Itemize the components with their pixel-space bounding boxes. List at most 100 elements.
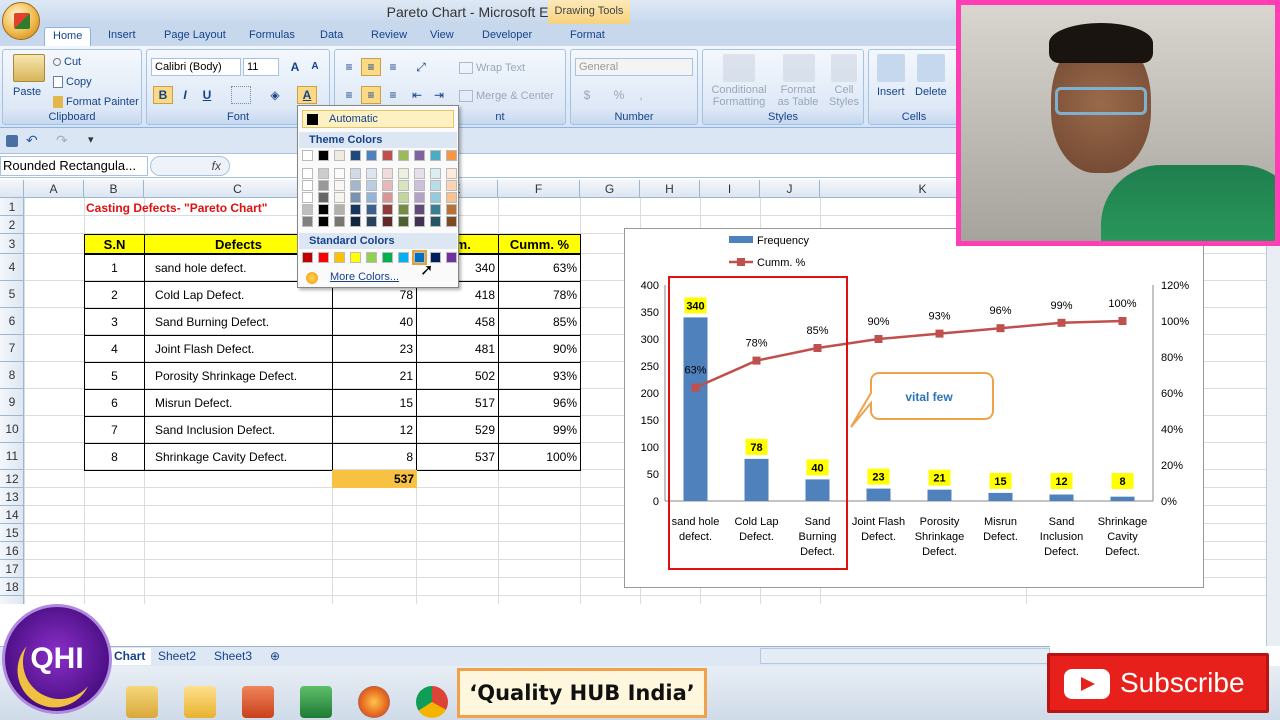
- theme-color-swatch[interactable]: [398, 204, 409, 215]
- defect-cell[interactable]: Shrinkage Cavity Defect.: [144, 443, 333, 471]
- frequency-cell[interactable]: 8: [332, 443, 417, 471]
- cumulative-pct-cell[interactable]: 93%: [498, 362, 581, 390]
- conditional-formatting-button[interactable]: Conditional Formatting: [709, 84, 769, 108]
- redo-icon[interactable]: ↷: [56, 132, 68, 149]
- theme-color-swatch[interactable]: [318, 180, 329, 191]
- col-header-a[interactable]: A: [24, 180, 84, 198]
- row-header[interactable]: 1: [0, 198, 24, 216]
- align-middle-icon[interactable]: ≡: [361, 58, 381, 76]
- theme-color-swatch[interactable]: [382, 180, 393, 191]
- theme-color-swatch[interactable]: [350, 216, 361, 227]
- tab-format[interactable]: Format: [562, 27, 613, 46]
- bar[interactable]: [683, 317, 708, 501]
- line-marker[interactable]: [1057, 318, 1066, 327]
- sn-cell[interactable]: 2: [84, 281, 145, 309]
- defect-cell[interactable]: Joint Flash Defect.: [144, 335, 333, 363]
- line-marker[interactable]: [935, 329, 944, 338]
- select-all[interactable]: [0, 180, 24, 198]
- cumulative-cell[interactable]: 502: [416, 362, 499, 390]
- theme-color-swatch[interactable]: [366, 204, 377, 215]
- cell-styles-button[interactable]: Cell Styles: [825, 84, 863, 108]
- theme-color-swatch[interactable]: [382, 216, 393, 227]
- col-header-h[interactable]: H: [640, 180, 700, 198]
- bar[interactable]: [1049, 494, 1074, 501]
- defect-cell[interactable]: Sand Burning Defect.: [144, 308, 333, 336]
- subscribe-button[interactable]: Subscribe: [1047, 653, 1269, 713]
- theme-color-swatch[interactable]: [446, 192, 457, 203]
- tab-data[interactable]: Data: [312, 27, 351, 46]
- theme-color-swatch[interactable]: [382, 192, 393, 203]
- name-box[interactable]: Rounded Rectangula...: [0, 156, 148, 176]
- sn-cell[interactable]: 3: [84, 308, 145, 336]
- theme-color-swatch[interactable]: [302, 192, 313, 203]
- percent-button[interactable]: %: [609, 86, 629, 104]
- defect-cell[interactable]: Sand Inclusion Defect.: [144, 416, 333, 444]
- theme-color-swatch[interactable]: [398, 216, 409, 227]
- row-header[interactable]: 15: [0, 524, 24, 542]
- italic-button[interactable]: I: [175, 86, 195, 104]
- header-cell[interactable]: S.N: [84, 234, 145, 254]
- theme-color-swatch[interactable]: [350, 180, 361, 191]
- row-header[interactable]: 12: [0, 470, 24, 488]
- theme-color-swatch[interactable]: [366, 150, 377, 161]
- col-header-i[interactable]: I: [700, 180, 760, 198]
- row-header[interactable]: 18: [0, 578, 24, 596]
- underline-button[interactable]: U: [197, 86, 217, 104]
- standard-color-swatch[interactable]: [382, 252, 393, 263]
- cumulative-cell[interactable]: 529: [416, 416, 499, 444]
- theme-color-swatch[interactable]: [446, 204, 457, 215]
- theme-color-swatch[interactable]: [430, 168, 441, 179]
- line-marker[interactable]: [996, 324, 1005, 333]
- tab-home[interactable]: Home: [44, 27, 92, 46]
- tab-formulas[interactable]: Formulas: [241, 27, 303, 46]
- row-header[interactable]: 10: [0, 416, 24, 443]
- line-marker[interactable]: [813, 344, 822, 352]
- cumulative-pct-cell[interactable]: 90%: [498, 335, 581, 363]
- fill-color-button[interactable]: ◈: [265, 86, 285, 104]
- frequency-cell[interactable]: 21: [332, 362, 417, 390]
- sn-cell[interactable]: 4: [84, 335, 145, 363]
- row-header[interactable]: 5: [0, 281, 24, 308]
- cumulative-cell[interactable]: 458: [416, 308, 499, 336]
- frequency-cell[interactable]: 40: [332, 308, 417, 336]
- theme-color-swatch[interactable]: [382, 204, 393, 215]
- line-marker[interactable]: [691, 383, 700, 392]
- theme-color-swatch[interactable]: [398, 150, 409, 161]
- automatic-color-option[interactable]: Automatic: [302, 110, 454, 128]
- bar[interactable]: [744, 458, 769, 501]
- format-as-table-button[interactable]: Format as Table: [773, 84, 823, 108]
- grow-font-button[interactable]: A: [285, 58, 305, 76]
- bar[interactable]: [805, 479, 830, 501]
- line-marker[interactable]: [752, 356, 761, 365]
- col-header-b[interactable]: B: [84, 180, 144, 198]
- chrome-icon[interactable]: [416, 686, 448, 718]
- theme-color-swatch[interactable]: [446, 216, 457, 227]
- outlook-icon[interactable]: [184, 686, 216, 718]
- shrink-font-button[interactable]: A: [305, 58, 325, 76]
- sn-cell[interactable]: 8: [84, 443, 145, 471]
- standard-color-swatch[interactable]: [398, 252, 409, 263]
- align-bottom-icon[interactable]: ≡: [383, 58, 403, 76]
- wrap-text-button[interactable]: Wrap Text: [459, 62, 525, 75]
- undo-icon[interactable]: ↶: [26, 132, 38, 149]
- theme-color-swatch[interactable]: [414, 180, 425, 191]
- bar[interactable]: [988, 492, 1013, 501]
- theme-color-swatch[interactable]: [318, 216, 329, 227]
- theme-color-swatch[interactable]: [350, 150, 361, 161]
- bar[interactable]: [927, 489, 952, 501]
- firefox-icon[interactable]: [358, 686, 390, 718]
- theme-color-swatch[interactable]: [318, 168, 329, 179]
- theme-color-swatch[interactable]: [302, 150, 313, 161]
- frequency-cell[interactable]: 15: [332, 389, 417, 417]
- cut-button[interactable]: Cut: [53, 56, 81, 68]
- row-header[interactable]: 14: [0, 506, 24, 524]
- theme-color-swatch[interactable]: [366, 192, 377, 203]
- theme-color-swatch[interactable]: [398, 192, 409, 203]
- theme-color-swatch[interactable]: [446, 168, 457, 179]
- format-painter-button[interactable]: Format Painter: [53, 96, 139, 109]
- number-format-combo[interactable]: General: [575, 58, 693, 76]
- theme-color-swatch[interactable]: [302, 168, 313, 179]
- insert-sheet-icon[interactable]: ⊕: [264, 648, 286, 665]
- theme-color-swatch[interactable]: [414, 168, 425, 179]
- theme-color-swatch[interactable]: [302, 216, 313, 227]
